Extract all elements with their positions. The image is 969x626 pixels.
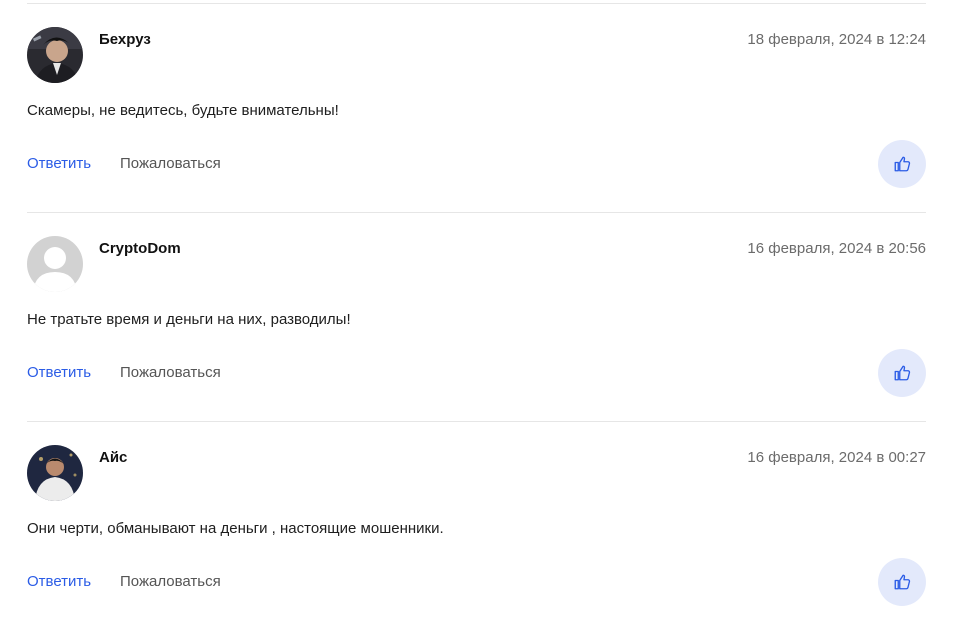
like-button[interactable] [878, 558, 926, 606]
comment-date: 18 февраля, 2024 в 12:24 [747, 31, 926, 48]
avatar [27, 236, 83, 292]
complain-link[interactable]: Пожаловаться [120, 364, 221, 381]
complain-link[interactable]: Пожаловаться [120, 573, 221, 590]
thumbs-up-icon [894, 365, 911, 381]
default-user-avatar-icon [27, 236, 83, 292]
comment-date: 16 февраля, 2024 в 20:56 [747, 240, 926, 257]
like-button[interactable] [878, 140, 926, 188]
avatar [27, 27, 83, 83]
thumbs-up-icon [894, 156, 911, 172]
comment-text: Они черти, обманывают на деньги , настоя… [27, 520, 444, 537]
reply-link[interactable]: Ответить [27, 573, 91, 590]
comment-author: Айс [99, 449, 128, 466]
comment-text: Скамеры, не ведитесь, будьте внимательны… [27, 102, 339, 119]
like-button[interactable] [878, 349, 926, 397]
user-photo-avatar-icon [27, 27, 83, 83]
comment-item: Бехруз 18 февраля, 2024 в 12:24 Скамеры,… [27, 3, 926, 212]
complain-link[interactable]: Пожаловаться [120, 155, 221, 172]
comment-date: 16 февраля, 2024 в 00:27 [747, 449, 926, 466]
reply-link[interactable]: Ответить [27, 155, 91, 172]
reply-link[interactable]: Ответить [27, 364, 91, 381]
comment-item: CryptoDom 16 февраля, 2024 в 20:56 Не тр… [27, 212, 926, 421]
comment-item: Айс 16 февраля, 2024 в 00:27 Они черти, … [27, 421, 926, 626]
thumbs-up-icon [894, 574, 911, 590]
comment-author: CryptoDom [99, 240, 181, 257]
comment-author: Бехруз [99, 31, 151, 48]
comments-list: Бехруз 18 февраля, 2024 в 12:24 Скамеры,… [0, 0, 969, 626]
comment-text: Не тратьте время и деньги на них, развод… [27, 311, 351, 328]
avatar [27, 445, 83, 501]
user-photo-avatar-icon [27, 445, 83, 501]
